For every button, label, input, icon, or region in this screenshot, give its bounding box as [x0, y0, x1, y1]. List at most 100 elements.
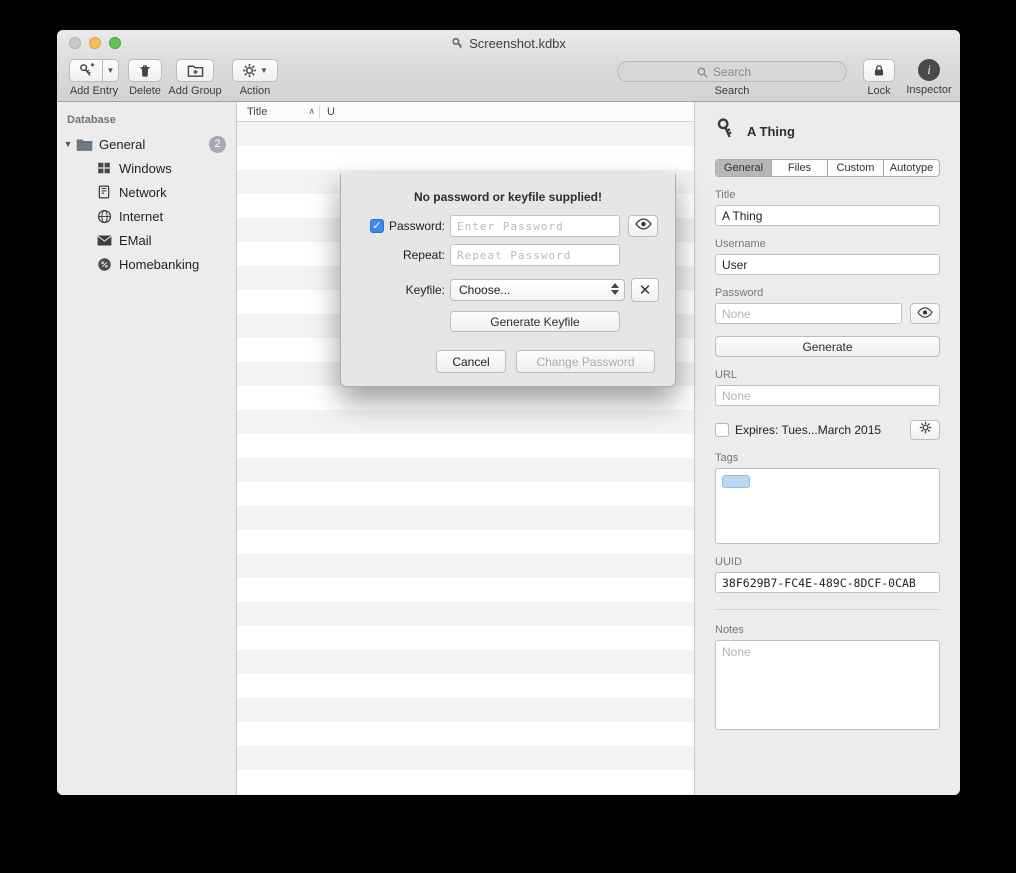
entry-count-badge: 2: [209, 136, 226, 153]
cancel-button[interactable]: Cancel: [436, 350, 506, 373]
sidebar-item-homebanking[interactable]: Homebanking: [57, 252, 236, 276]
expires-checkbox[interactable]: [715, 423, 729, 437]
tab-files[interactable]: Files: [772, 160, 828, 176]
dialog-password-input[interactable]: [450, 215, 620, 237]
globe-icon: [95, 207, 113, 225]
sheet-message: No password or keyfile supplied!: [341, 190, 675, 204]
url-input[interactable]: [715, 385, 940, 406]
change-password-button[interactable]: Change Password: [516, 350, 655, 373]
password-sheet-dialog: No password or keyfile supplied! ✓ Passw…: [340, 174, 676, 387]
delete-button[interactable]: [128, 59, 162, 82]
search-input[interactable]: [618, 62, 846, 81]
add-entry-label: Add Entry: [70, 85, 118, 97]
username-input[interactable]: [715, 254, 940, 275]
title-input[interactable]: [715, 205, 940, 226]
eye-icon: [635, 217, 652, 235]
lock-icon: [872, 63, 886, 78]
sidebar-item-label: General: [99, 137, 145, 152]
reveal-password-button[interactable]: [910, 303, 940, 324]
sidebar: Database ▼ General 2 Windows: [57, 102, 237, 795]
tags-box[interactable]: [715, 468, 940, 544]
dialog-reveal-password-button[interactable]: [628, 215, 658, 237]
entry-title: A Thing: [747, 124, 795, 139]
uuid-label: UUID: [715, 556, 940, 568]
entry-list-header: Title ∧ U: [237, 102, 694, 122]
expires-label: Expires: Tues...March 2015: [735, 423, 904, 437]
notes-label: Notes: [715, 624, 940, 636]
expires-options-button[interactable]: [910, 420, 940, 440]
uuid-input[interactable]: [715, 572, 940, 593]
action-group: ▼ Action: [231, 59, 279, 97]
folder-plus-icon: [187, 62, 204, 79]
close-button[interactable]: [69, 37, 81, 49]
tab-custom[interactable]: Custom: [828, 160, 884, 176]
sort-ascending-icon: ∧: [308, 106, 315, 117]
delete-label: Delete: [129, 85, 161, 97]
add-entry-dropdown[interactable]: ▼: [103, 59, 119, 82]
generate-password-button[interactable]: Generate: [715, 336, 940, 357]
add-group-button[interactable]: [176, 59, 214, 82]
minimize-button[interactable]: [89, 37, 101, 49]
sidebar-item-label: Homebanking: [119, 257, 199, 272]
tab-autotype[interactable]: Autotype: [884, 160, 939, 176]
sidebar-item-label: Network: [119, 185, 167, 200]
titlebar: Screenshot.kdbx: [57, 30, 960, 56]
keyfile-popup-button[interactable]: Choose...: [450, 279, 625, 301]
window-title: Screenshot.kdbx: [469, 36, 566, 51]
tag-pill[interactable]: [722, 475, 750, 488]
dialog-password-label: Password:: [389, 219, 445, 233]
sidebar-item-internet[interactable]: Internet: [57, 204, 236, 228]
zoom-button[interactable]: [109, 37, 121, 49]
trash-icon: [137, 63, 153, 79]
keyfile-clear-button[interactable]: ✕: [631, 278, 659, 302]
notes-textarea[interactable]: [715, 640, 940, 730]
chevron-down-icon: ▼: [260, 66, 268, 75]
toolbar: ▼ Add Entry Delete Add Group: [57, 56, 960, 102]
sidebar-item-general[interactable]: ▼ General 2: [57, 132, 236, 156]
document-proxy-icon: [451, 37, 464, 50]
dialog-repeat-input[interactable]: [450, 244, 620, 266]
dialog-keyfile-label: Keyfile:: [406, 283, 445, 297]
dialog-repeat-label: Repeat:: [403, 248, 445, 262]
password-input[interactable]: [715, 303, 902, 324]
column-header-title[interactable]: Title ∧: [237, 106, 319, 118]
key-plus-icon: [78, 62, 95, 79]
tab-general[interactable]: General: [716, 160, 772, 176]
inspector-tabs: General Files Custom Autotype: [715, 159, 940, 177]
column-username-text: U: [327, 106, 335, 118]
delete-group: Delete: [127, 59, 163, 97]
title-field-label: Title: [715, 189, 940, 201]
eye-icon: [917, 305, 933, 323]
close-x-icon: ✕: [639, 281, 652, 299]
gear-icon: [242, 63, 257, 78]
add-entry-button[interactable]: [69, 59, 103, 82]
disclosure-triangle-icon[interactable]: ▼: [61, 139, 75, 149]
add-entry-group: ▼ Add Entry: [63, 59, 125, 97]
inspector-panel: A Thing General Files Custom Autotype Ti…: [695, 102, 960, 795]
sidebar-item-email[interactable]: EMail: [57, 228, 236, 252]
generate-keyfile-button[interactable]: Generate Keyfile: [450, 311, 620, 332]
sidebar-item-network[interactable]: Network: [57, 180, 236, 204]
lock-button[interactable]: [863, 59, 895, 82]
keyfile-popup-value: Choose...: [459, 283, 510, 297]
desktop-background: Screenshot.kdbx ▼ Add Entry: [0, 0, 1016, 873]
search-label: Search: [715, 85, 750, 97]
action-button[interactable]: ▼: [232, 59, 278, 82]
sidebar-item-label: EMail: [119, 233, 152, 248]
coin-percent-icon: [95, 255, 113, 273]
sidebar-item-windows[interactable]: Windows: [57, 156, 236, 180]
search-group: Search: [617, 59, 847, 97]
lock-group: Lock: [859, 59, 899, 97]
popup-stepper-icon: [611, 283, 619, 295]
password-checkbox[interactable]: ✓: [370, 219, 384, 233]
sidebar-header: Database: [57, 110, 236, 132]
inspector-group: i Inspector: [901, 59, 957, 96]
content-panes: Database ▼ General 2 Windows: [57, 102, 960, 795]
tags-label: Tags: [715, 452, 940, 464]
traffic-lights: [69, 37, 121, 49]
sidebar-item-label: Windows: [119, 161, 172, 176]
add-group-label: Add Group: [168, 85, 221, 97]
column-header-username[interactable]: U: [320, 106, 335, 118]
folder-icon: [75, 135, 93, 153]
inspector-toggle-button[interactable]: i: [918, 59, 940, 81]
